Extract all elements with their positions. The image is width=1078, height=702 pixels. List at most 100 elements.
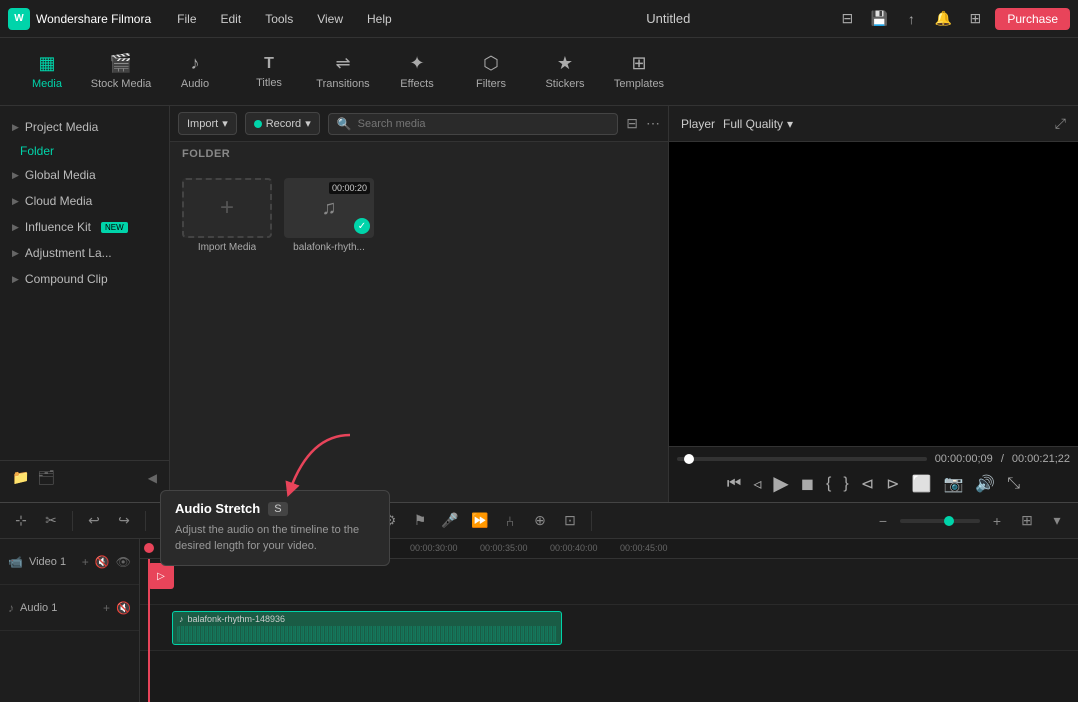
grid-view-button[interactable]: ⊞ bbox=[1014, 508, 1040, 534]
volume-icon[interactable]: 🔊 bbox=[975, 474, 995, 494]
sidebar-item-global-media[interactable]: ▶ Global Media bbox=[0, 162, 169, 188]
sidebar-folder-active[interactable]: Folder bbox=[0, 140, 169, 162]
remove-folder-icon[interactable]: 🗂 bbox=[37, 469, 55, 486]
menu-help[interactable]: Help bbox=[357, 8, 402, 30]
record-button[interactable]: Record ▾ bbox=[245, 112, 320, 135]
audio-clip[interactable]: ♪ balafonk-rhythm-148936 bbox=[172, 611, 562, 645]
sidebar-item-project-media[interactable]: ▶ Project Media bbox=[0, 114, 169, 140]
project-title: Untitled bbox=[501, 11, 835, 26]
hide-track-icon[interactable]: 👁 bbox=[116, 555, 131, 569]
next-frame-icon[interactable]: ⊳ bbox=[886, 474, 899, 494]
tab-templates[interactable]: ⊞ Templates bbox=[604, 42, 674, 102]
tab-stock-media[interactable]: 🎬 Stock Media bbox=[86, 42, 156, 102]
tab-stickers[interactable]: ★ Stickers bbox=[530, 42, 600, 102]
import-label: Import bbox=[187, 118, 218, 130]
prev-frame-icon[interactable]: ⊲ bbox=[861, 474, 874, 494]
trim-tool-button[interactable]: ✂ bbox=[38, 508, 64, 534]
sidebar-label-global-media: Global Media bbox=[25, 168, 96, 182]
progress-track[interactable] bbox=[677, 457, 927, 461]
search-input[interactable] bbox=[358, 118, 610, 130]
tab-transitions-label: Transitions bbox=[316, 78, 369, 90]
search-box: 🔍 bbox=[328, 113, 619, 135]
chevron-down-icon: ▾ bbox=[787, 117, 793, 131]
speed-icon[interactable]: ⏩ bbox=[467, 508, 493, 534]
import-button[interactable]: Import ▾ bbox=[178, 112, 237, 135]
voice-icon[interactable]: 🎤 bbox=[437, 508, 463, 534]
mark-in-icon[interactable]: { bbox=[826, 475, 831, 493]
arrow-icon: ▶ bbox=[12, 170, 19, 181]
sidebar-label-project-media: Project Media bbox=[25, 120, 98, 134]
more-options-button[interactable]: ▾ bbox=[1044, 508, 1070, 534]
zoom-track[interactable] bbox=[900, 519, 980, 523]
chevron-down-icon: ▾ bbox=[222, 117, 228, 130]
new-badge: NEW bbox=[101, 222, 128, 233]
upload-icon[interactable]: ↑ bbox=[899, 7, 923, 31]
player-buttons: ⏮ ◃ ▶ ◼ { } ⊲ ⊳ ⬜ 📷 🔊 ⤡ bbox=[677, 471, 1070, 496]
select-tool-button[interactable]: ⊹ bbox=[8, 508, 34, 534]
sidebar-item-influence-kit[interactable]: ▶ Influence Kit NEW bbox=[0, 214, 169, 240]
progress-thumb bbox=[684, 454, 694, 464]
add-track-icon[interactable]: + bbox=[103, 601, 110, 615]
mark-out-icon[interactable]: } bbox=[843, 475, 848, 493]
stock-media-icon: 🎬 bbox=[110, 53, 132, 74]
import-media-name: Import Media bbox=[198, 242, 256, 253]
menu-file[interactable]: File bbox=[167, 8, 206, 30]
undo-button[interactable]: ↩ bbox=[81, 508, 107, 534]
stop-icon[interactable]: ◼ bbox=[801, 474, 814, 494]
audio-icon: ♪ bbox=[191, 53, 200, 74]
fullscreen-icon[interactable]: ⤡ bbox=[1007, 475, 1020, 493]
tooltip-key: S bbox=[268, 502, 287, 516]
list-item[interactable]: + Import Media bbox=[182, 178, 272, 253]
save-icon[interactable]: 💾 bbox=[867, 7, 891, 31]
tooltip-title-text: Audio Stretch bbox=[175, 501, 260, 516]
audio-clip-name: balafonk-rhythm-148936 bbox=[188, 614, 286, 624]
sidebar-item-cloud-media[interactable]: ▶ Cloud Media bbox=[0, 188, 169, 214]
crop-icon[interactable]: ⊡ bbox=[557, 508, 583, 534]
frame-back-icon[interactable]: ◃ bbox=[753, 474, 761, 494]
monitor-icon[interactable]: ⬜ bbox=[912, 474, 932, 494]
timeline-tracks-header: 📹 Video 1 + 🔇 👁 ♪ Audio 1 + 🔇 bbox=[0, 539, 140, 702]
sidebar-label-cloud-media: Cloud Media bbox=[25, 194, 92, 208]
zoom-out-button[interactable]: − bbox=[870, 508, 896, 534]
audio-file-name: balafonk-rhyth... bbox=[293, 242, 365, 253]
ruler-mark: 00:00:45:00 bbox=[620, 543, 668, 553]
more-options-icon[interactable]: ⋯ bbox=[646, 115, 660, 132]
skip-back-icon[interactable]: ⏮ bbox=[727, 475, 741, 493]
mute-track-icon[interactable]: 🔇 bbox=[95, 555, 110, 569]
tab-effects[interactable]: ✦ Effects bbox=[382, 42, 452, 102]
menu-tools[interactable]: Tools bbox=[255, 8, 303, 30]
mute-track-icon[interactable]: 🔇 bbox=[116, 601, 131, 615]
grid-icon[interactable]: ⊞ bbox=[963, 7, 987, 31]
sidebar-item-adjustment[interactable]: ▶ Adjustment La... bbox=[0, 240, 169, 266]
player-controls-bar: 00:00:00;09 / 00:00:21;22 ⏮ ◃ ▶ ◼ { } ⊲ … bbox=[669, 446, 1078, 502]
marker-icon[interactable]: ⚑ bbox=[407, 508, 433, 534]
split-icon[interactable]: ⑃ bbox=[497, 508, 523, 534]
filter-icon[interactable]: ⊟ bbox=[626, 115, 638, 132]
menu-edit[interactable]: Edit bbox=[211, 8, 252, 30]
purchase-button[interactable]: Purchase bbox=[995, 8, 1070, 30]
expand-player-icon[interactable]: ⤢ bbox=[1055, 115, 1066, 132]
add-folder-icon[interactable]: 📁 bbox=[12, 469, 29, 486]
redo-button[interactable]: ↪ bbox=[111, 508, 137, 534]
playhead bbox=[148, 559, 150, 702]
zoom-thumb bbox=[944, 516, 954, 526]
sidebar-collapse-icon[interactable]: ◀ bbox=[148, 471, 157, 485]
import-media-thumb: + bbox=[182, 178, 272, 238]
camera-capture-icon[interactable]: 📷 bbox=[943, 474, 963, 494]
minimize-icon[interactable]: ⊟ bbox=[835, 7, 859, 31]
list-item[interactable]: ♫ 00:00:20 ✓ balafonk-rhyth... bbox=[284, 178, 374, 253]
tab-transitions[interactable]: ⇌ Transitions bbox=[308, 42, 378, 102]
tab-filters[interactable]: ⬡ Filters bbox=[456, 42, 526, 102]
notification-icon[interactable]: 🔔 bbox=[931, 7, 955, 31]
tab-media[interactable]: ▦ Media bbox=[12, 42, 82, 102]
quality-select[interactable]: Full Quality ▾ bbox=[723, 117, 793, 131]
add-track-icon[interactable]: + bbox=[82, 555, 89, 569]
add-track-icon[interactable]: ⊕ bbox=[527, 508, 553, 534]
tab-audio[interactable]: ♪ Audio bbox=[160, 42, 230, 102]
toolbar-separator bbox=[72, 511, 73, 531]
sidebar-item-compound-clip[interactable]: ▶ Compound Clip bbox=[0, 266, 169, 292]
menu-view[interactable]: View bbox=[307, 8, 353, 30]
zoom-in-button[interactable]: + bbox=[984, 508, 1010, 534]
tab-titles[interactable]: T Titles bbox=[234, 42, 304, 102]
play-icon[interactable]: ▶ bbox=[773, 471, 788, 496]
